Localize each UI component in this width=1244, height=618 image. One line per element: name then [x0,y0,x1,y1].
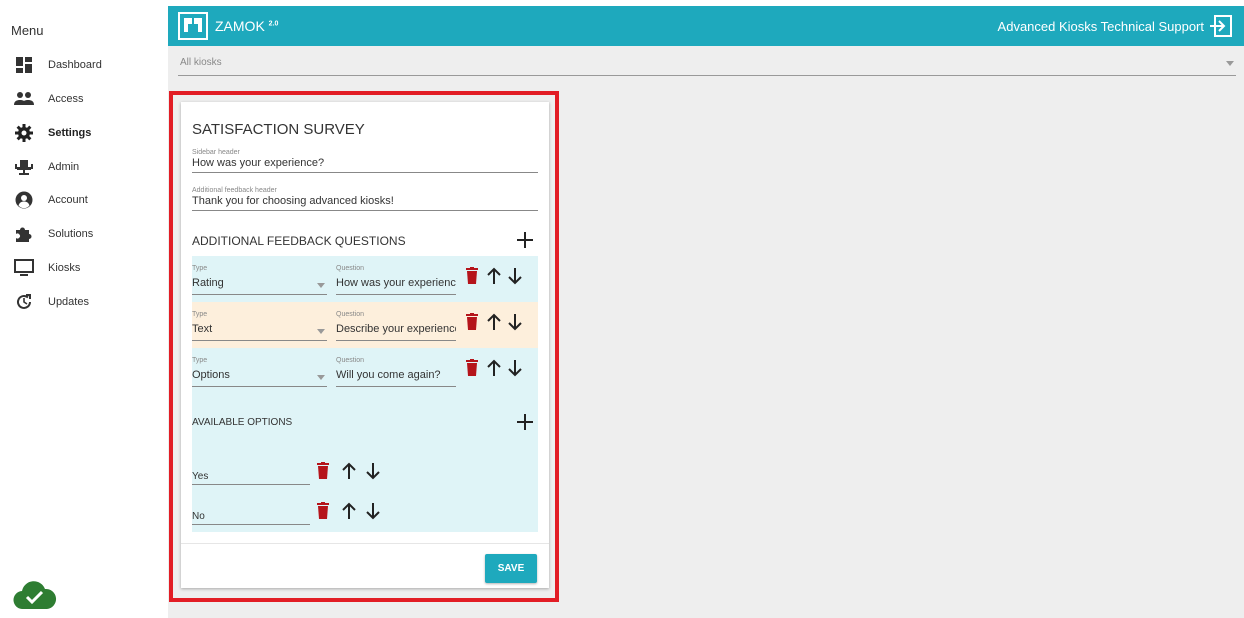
type-value: Rating [192,277,224,289]
people-icon [14,89,34,109]
update-icon [14,292,34,312]
field-value: How was your experience? [192,157,325,169]
sidebar-header-field[interactable]: Sidebar header How was your experience? [192,149,538,173]
field-label: Additional feedback header [192,187,277,194]
zamok-logo-icon [178,12,208,40]
survey-title: SATISFACTION SURVEY [192,121,365,138]
question-type-select[interactable]: Type Text [192,303,327,341]
move-up-icon[interactable] [341,462,357,480]
type-label: Type [192,265,208,272]
sidebar-item-label: Kiosks [48,262,81,274]
account-circle-icon [14,190,34,210]
sidebar-item-label: Solutions [48,228,94,240]
delete-question-icon[interactable] [466,313,478,330]
sidebar-item-updates[interactable]: Updates [14,291,89,313]
kiosk-select[interactable]: All kiosks [178,50,1236,76]
delete-option-icon[interactable] [317,462,329,479]
sidebar-item-label: Access [48,93,84,105]
brand-name: ZAMOK [215,18,265,34]
option-value: No [192,511,205,522]
support-link[interactable]: Advanced Kiosks Technical Support [998,19,1204,34]
survey-card: SATISFACTION SURVEY Sidebar header How w… [181,102,549,588]
move-down-icon[interactable] [365,502,381,520]
main-area: ZAMOK 2.0 Advanced Kiosks Technical Supp… [168,6,1244,618]
question-row: Type Options Question Will you come agai… [192,349,538,393]
sidebar-item-label: Account [48,194,88,206]
chevron-down-icon [317,329,325,334]
delete-question-icon[interactable] [466,267,478,284]
dashboard-icon [14,55,34,75]
feedback-header-field[interactable]: Additional feedback header Thank you for… [192,187,538,211]
option-input[interactable]: Yes [192,465,310,485]
move-up-icon[interactable] [486,313,502,331]
move-down-icon[interactable] [507,267,523,285]
questions-title: ADDITIONAL FEEDBACK QUESTIONS [192,234,406,248]
add-option-icon[interactable] [516,413,534,431]
question-label: Question [336,357,365,364]
sidebar-item-label: Admin [48,161,80,173]
monitor-icon [14,258,34,278]
move-up-icon[interactable] [341,502,357,520]
puzzle-icon [14,224,34,244]
save-button[interactable]: SAVE [485,554,537,583]
type-value: Options [192,369,230,381]
sidebar-item-admin[interactable]: Admin [14,156,79,178]
field-value: Thank you for choosing advanced kiosks! [192,195,394,207]
sidebar-item-access[interactable]: Access [14,88,83,110]
menu-title: Menu [11,23,44,38]
admin-chair-icon [14,157,34,177]
delete-question-icon[interactable] [466,359,478,376]
sidebar-item-label: Dashboard [48,59,102,71]
question-input[interactable]: Question Describe your experience. [336,303,456,341]
sidebar-item-account[interactable]: Account [14,189,88,211]
brand-badge: 2.0 [268,20,279,28]
question-type-select[interactable]: Type Options [192,349,327,387]
delete-option-icon[interactable] [317,502,329,519]
field-label: Sidebar header [192,149,240,156]
gear-icon [14,123,34,143]
sidebar-item-solutions[interactable]: Solutions [14,223,93,245]
cloud-check-icon [11,581,59,611]
question-value: How was your experience [336,277,456,289]
add-question-icon[interactable] [516,231,534,249]
option-value: Yes [192,471,209,482]
move-up-icon[interactable] [486,267,502,285]
top-bar: ZAMOK 2.0 Advanced Kiosks Technical Supp… [168,6,1244,46]
options-title: AVAILABLE OPTIONS [192,417,293,428]
sidebar-item-kiosks[interactable]: Kiosks [14,257,80,279]
question-value: Describe your experience. [336,323,456,335]
sidebar-item-label: Updates [48,296,89,308]
brand-title: ZAMOK 2.0 [215,18,278,34]
question-label: Question [336,311,365,318]
exit-icon[interactable] [1210,15,1232,37]
type-label: Type [192,311,208,318]
sidebar-item-settings[interactable]: Settings [14,122,91,144]
sidebar: Menu Dashboard Access Settings Admin Acc… [0,0,168,618]
type-label: Type [192,357,208,364]
sidebar-item-dashboard[interactable]: Dashboard [14,54,102,76]
sidebar-item-label: Settings [48,127,92,139]
question-value: Will you come again? [336,369,441,381]
question-input[interactable]: Question How was your experience [336,257,456,295]
move-down-icon[interactable] [507,359,523,377]
move-up-icon[interactable] [486,359,502,377]
option-input[interactable]: No [192,505,310,525]
type-value: Text [192,323,213,335]
question-input[interactable]: Question Will you come again? [336,349,456,387]
question-row: Type Rating Question How was your experi… [192,257,538,301]
move-down-icon[interactable] [507,313,523,331]
chevron-down-icon [317,283,325,288]
chevron-down-icon [317,375,325,380]
move-down-icon[interactable] [365,462,381,480]
kiosk-select-value: All kiosks [180,57,222,68]
question-label: Question [336,265,365,272]
question-row: Type Text Question Describe your experie… [192,303,538,347]
divider [181,543,549,544]
chevron-down-icon [1226,61,1234,66]
question-type-select[interactable]: Type Rating [192,257,327,295]
